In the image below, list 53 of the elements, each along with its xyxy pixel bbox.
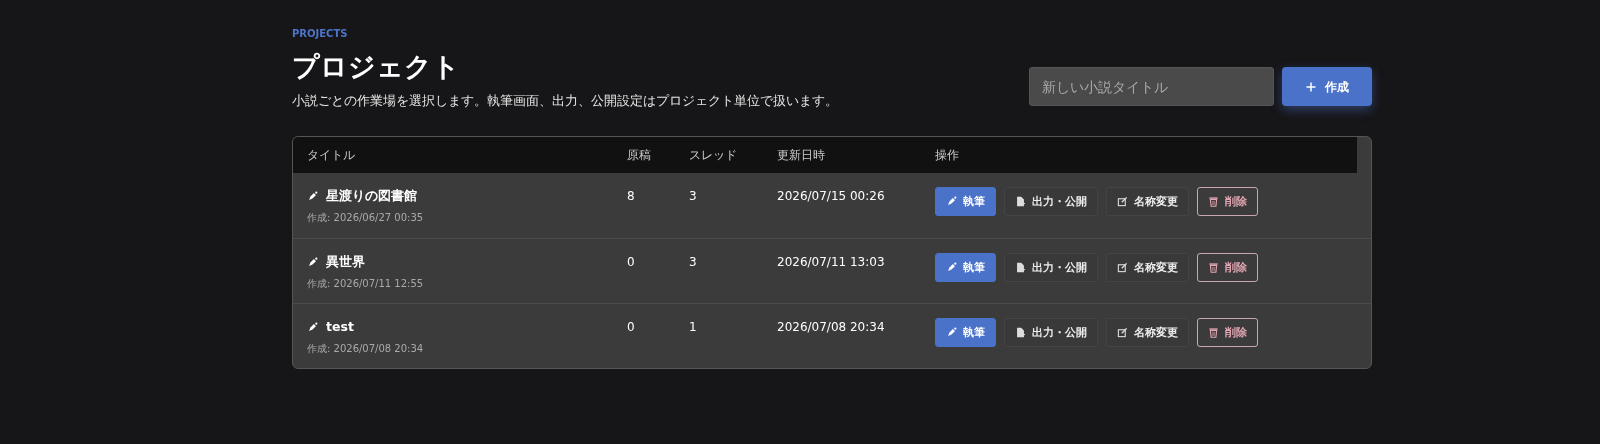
edit-icon (1117, 262, 1128, 274)
write-button[interactable]: 執筆 (935, 253, 996, 283)
column-header: 原稿 (627, 147, 652, 165)
delete-button[interactable]: 削除 (1197, 253, 1258, 283)
created-date: 作成: 2026/06/27 00:35 (307, 211, 425, 225)
updated-date: 2026/07/15 00:26 (777, 188, 886, 206)
trash-icon (1208, 327, 1219, 339)
thread-count: 3 (689, 254, 698, 272)
column-header: 更新日時 (777, 147, 826, 165)
column-header: タイトル (307, 147, 356, 165)
rename-button[interactable]: 名称変更 (1106, 187, 1189, 217)
project-title: test (326, 318, 354, 337)
page-title: プロジェクト (292, 50, 461, 84)
trash-icon (1208, 196, 1219, 208)
pen-icon (946, 327, 957, 339)
write-button[interactable]: 執筆 (935, 318, 996, 348)
pen-icon (946, 262, 957, 274)
title-input-field[interactable]: 新しい小説タイトル (1029, 67, 1274, 107)
trash-icon (1208, 262, 1219, 274)
created-date: 作成: 2026/07/11 12:55 (307, 277, 425, 291)
delete-button[interactable]: 削除 (1197, 318, 1258, 348)
write-button[interactable]: 執筆 (935, 187, 996, 217)
document-icon (1015, 262, 1026, 274)
updated-date: 2026/07/08 20:34 (777, 319, 886, 337)
rename-button[interactable]: 名称変更 (1106, 253, 1189, 283)
pen-icon (307, 191, 318, 203)
pen-icon (307, 257, 318, 269)
project-title: 異世界 (326, 253, 365, 272)
manuscript-count: 8 (627, 188, 636, 206)
thread-count: 3 (689, 188, 698, 206)
delete-button[interactable]: 削除 (1197, 187, 1258, 217)
document-icon (1015, 327, 1026, 339)
pen-icon (946, 196, 957, 208)
export-button[interactable]: 出力・公開 (1004, 318, 1098, 348)
project-title: 星渡りの図書館 (326, 187, 417, 206)
export-button[interactable]: 出力・公開 (1004, 187, 1098, 217)
create-button[interactable]: 作成 (1282, 67, 1372, 107)
column-header: スレッド (689, 147, 738, 165)
column-header: 操作 (935, 147, 960, 165)
manuscript-count: 0 (627, 319, 636, 337)
rename-button[interactable]: 名称変更 (1106, 318, 1189, 348)
manuscript-count: 0 (627, 254, 636, 272)
pen-icon (307, 322, 318, 334)
page-description: 小説ごとの作業場を選択します。執筆画面、出力、公開設定はプロジェクト単位で扱います。 (292, 91, 838, 110)
created-date: 作成: 2026/07/08 20:34 (307, 342, 425, 356)
export-button[interactable]: 出力・公開 (1004, 253, 1098, 283)
updated-date: 2026/07/11 13:03 (777, 254, 886, 272)
document-icon (1015, 196, 1026, 208)
thread-count: 1 (689, 319, 698, 337)
plus-icon (1305, 80, 1317, 93)
edit-icon (1117, 327, 1128, 339)
section-label: PROJECTS (292, 27, 349, 41)
edit-icon (1117, 196, 1128, 208)
